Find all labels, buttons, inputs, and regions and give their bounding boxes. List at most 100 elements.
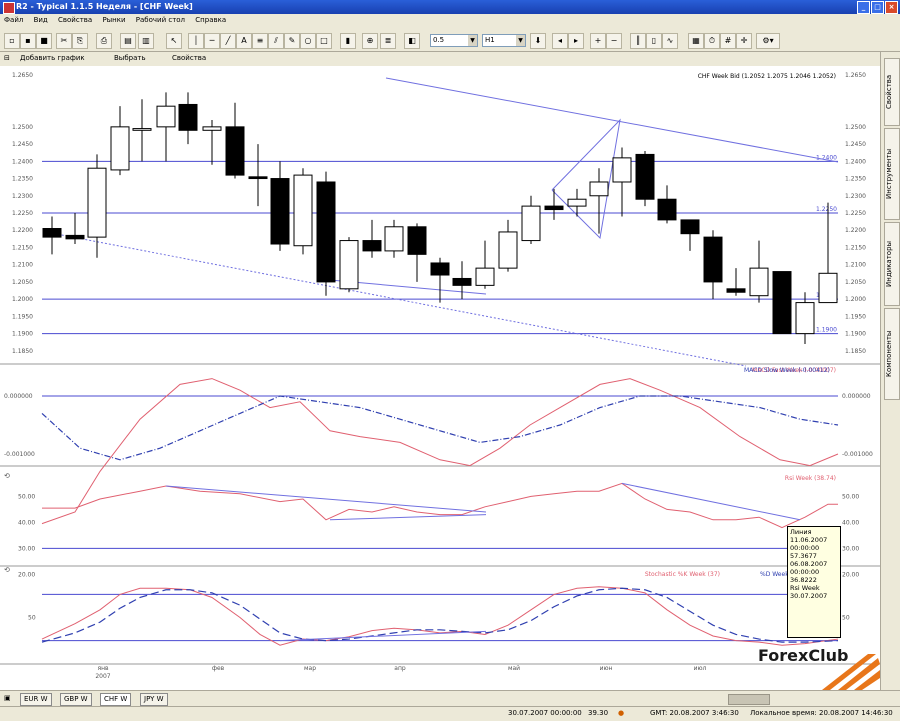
cursor-icon[interactable]: ↖ (166, 33, 182, 49)
x-axis-label: май (508, 665, 520, 672)
x-axis-label: апр (394, 665, 406, 672)
stoch-tick-left: 50 (28, 615, 36, 622)
forexclub-logo: ForexClub (758, 646, 880, 690)
menu-help[interactable]: Справка (191, 14, 230, 26)
candle-body (362, 240, 382, 252)
tabs-icon: ▣ (4, 694, 11, 702)
zoom-in-icon[interactable]: + (590, 33, 606, 49)
candle-body (384, 226, 404, 252)
price-tick-left: 1.2250 (12, 210, 33, 217)
settings-dropdown-icon[interactable]: ⚙▾ (756, 33, 780, 49)
copy-icon[interactable]: ⎘ (72, 33, 88, 49)
color-icon[interactable]: ◧ (404, 33, 420, 49)
zoom-icon[interactable]: ⊕ (362, 33, 378, 49)
macd-tick-right: -0.001000 (842, 451, 873, 458)
grid-icon[interactable]: # (720, 33, 736, 49)
trendline-icon[interactable]: ╱ (220, 33, 236, 49)
candle-body (407, 226, 427, 255)
line-style-icon[interactable]: ≣ (380, 33, 396, 49)
tab-jpy[interactable]: JPY W (140, 693, 168, 706)
vline-icon[interactable]: │ (188, 33, 204, 49)
add-chart-button[interactable]: Добавить график (20, 54, 85, 62)
macd-slow-label: MACD Slow Week (-0.00412) (744, 367, 830, 374)
price-tick-left: 1.2300 (12, 193, 33, 200)
ellipse-icon[interactable]: ○ (300, 33, 316, 49)
chart-icon[interactable]: ▤ (120, 33, 136, 49)
tab-components[interactable]: Компоненты (884, 308, 900, 400)
price-tick-right: 1.1950 (845, 313, 866, 320)
menu-markets[interactable]: Рынки (98, 14, 129, 26)
line-tooltip: Линия 11.06.2007 00:00:00 57.3677 06.08.… (787, 526, 841, 638)
minimize-button[interactable]: _ (857, 1, 870, 14)
x-axis-label: мар (304, 665, 316, 672)
indicator-icon[interactable]: ▥ (138, 33, 154, 49)
stoch-panel-icon: ⟲ (4, 566, 10, 574)
menu-view[interactable]: Вид (30, 14, 52, 26)
candle-body (156, 105, 176, 128)
zoom-out-icon[interactable]: − (606, 33, 622, 49)
price-tick-left: 1.2200 (12, 227, 33, 234)
new-icon[interactable]: ▫ (4, 33, 20, 49)
candle-body (475, 267, 495, 286)
close-button[interactable]: × (885, 1, 898, 14)
chart-area[interactable]: CHF Week Bid (1.2052 1.2075 1.2046 1.205… (0, 66, 880, 690)
price-tick-right: 1.2150 (845, 244, 866, 251)
maximize-button[interactable]: □ (871, 1, 884, 14)
tab-instruments[interactable]: Инструменты (884, 128, 900, 220)
candle-body (680, 219, 700, 235)
tab-indicators[interactable]: Индикаторы (884, 222, 900, 306)
stoch-tick-right: 50 (842, 615, 850, 622)
menu-file[interactable]: Файл (0, 14, 27, 26)
select-button[interactable]: Выбрать (114, 54, 146, 62)
tab-chf[interactable]: CHF W (100, 693, 132, 706)
tooltip-line-4: 06.08.2007 (790, 560, 828, 568)
candles-icon[interactable]: ▯ (646, 33, 662, 49)
chart-canvas[interactable]: CHF Week Bid (1.2052 1.2075 1.2046 1.205… (0, 66, 880, 690)
tab-gbp[interactable]: GBP W (60, 693, 92, 706)
fill-icon[interactable]: ▮ (340, 33, 356, 49)
template-icon[interactable]: ▦ (688, 33, 704, 49)
properties-button[interactable]: Свойства (172, 54, 206, 62)
text-icon[interactable]: A (236, 33, 252, 49)
candle-body (293, 174, 313, 247)
timeframe-select[interactable]: H1 ▼ (482, 34, 526, 47)
hline-icon[interactable]: ─ (204, 33, 220, 49)
rsi-tick-right: 40.00 (842, 519, 859, 526)
candle-body (521, 205, 541, 242)
candle-body (225, 126, 245, 176)
price-tick-left: 1.1850 (12, 348, 33, 355)
menu-properties[interactable]: Свойства (54, 14, 96, 26)
rect-icon[interactable]: □ (316, 33, 332, 49)
tooltip-line-6: 36.8222 (790, 576, 817, 584)
menu-desktop[interactable]: Рабочий стол (132, 14, 189, 26)
tab-properties[interactable]: Свойства (884, 58, 900, 126)
size-select[interactable]: 0.5 ▼ (430, 34, 478, 47)
fibo-icon[interactable]: ≡ (252, 33, 268, 49)
scroll-left-icon[interactable]: ◂ (552, 33, 568, 49)
x-axis-label: янв (97, 665, 109, 672)
candle-body (567, 198, 587, 207)
x-axis-label: июл (694, 665, 707, 672)
cut-icon[interactable]: ✂ (56, 33, 72, 49)
channel-icon[interactable]: ⫽ (268, 33, 284, 49)
triangle-drawing (551, 118, 621, 240)
crosshair-icon[interactable]: ✛ (736, 33, 752, 49)
price-tick-left: 1.1900 (12, 331, 33, 338)
print-icon[interactable]: ⎙ (96, 33, 112, 49)
horizontal-scrollbar[interactable] (728, 694, 770, 705)
save-icon[interactable]: ■ (36, 33, 52, 49)
line-chart-icon[interactable]: ∿ (662, 33, 678, 49)
bars-icon[interactable]: ║ (630, 33, 646, 49)
open-icon[interactable]: ▪ (20, 33, 36, 49)
tab-eur[interactable]: EUR W (20, 693, 52, 706)
price-tick-right: 1.2300 (845, 193, 866, 200)
period-icon[interactable]: ⏱ (704, 33, 720, 49)
down-arrow-icon[interactable]: ⬇ (530, 33, 546, 49)
candle-body (726, 288, 746, 293)
pencil-icon[interactable]: ✎ (284, 33, 300, 49)
tooltip-line-3: 57.3677 (790, 552, 817, 560)
scroll-right-icon[interactable]: ▸ (568, 33, 584, 49)
chart-toolbar: ⊟ Добавить график Выбрать Свойства (0, 52, 880, 67)
price-tick-right: 1.2500 (845, 124, 866, 131)
rsi-trend-line (329, 514, 487, 521)
